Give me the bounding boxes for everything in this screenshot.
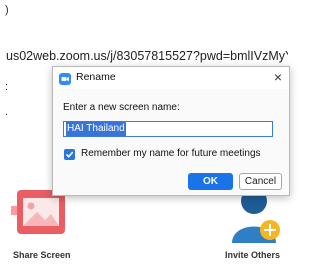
screen-name-value: HAI Thailand [66,122,126,136]
remember-name-label[interactable]: Remember my name for future meetings [81,148,261,159]
close-icon[interactable]: × [274,69,282,85]
zoom-app-icon [59,72,71,85]
meeting-url: us02web.zoom.us/j/83057815527?pwd=bmlIVz… [6,49,288,63]
remember-name-checkbox[interactable] [64,149,75,160]
checkmark-icon [65,151,74,158]
text-fragment: : [5,81,9,93]
invite-others-label[interactable]: Invite Others [225,250,280,260]
rename-dialog: Rename × Enter a new screen name: HAI Th… [52,66,290,196]
ok-button[interactable]: OK [188,173,233,190]
rename-prompt: Enter a new screen name: [63,102,180,113]
text-fragment: ) [5,4,9,16]
dialog-title: Rename [76,71,116,83]
cancel-button[interactable]: Cancel [239,173,282,190]
share-screen-label[interactable]: Share Screen [13,250,71,260]
dialog-titlebar[interactable]: Rename × [53,67,289,89]
screen-name-input[interactable]: HAI Thailand [63,121,273,137]
text-fragment: . [5,106,9,118]
